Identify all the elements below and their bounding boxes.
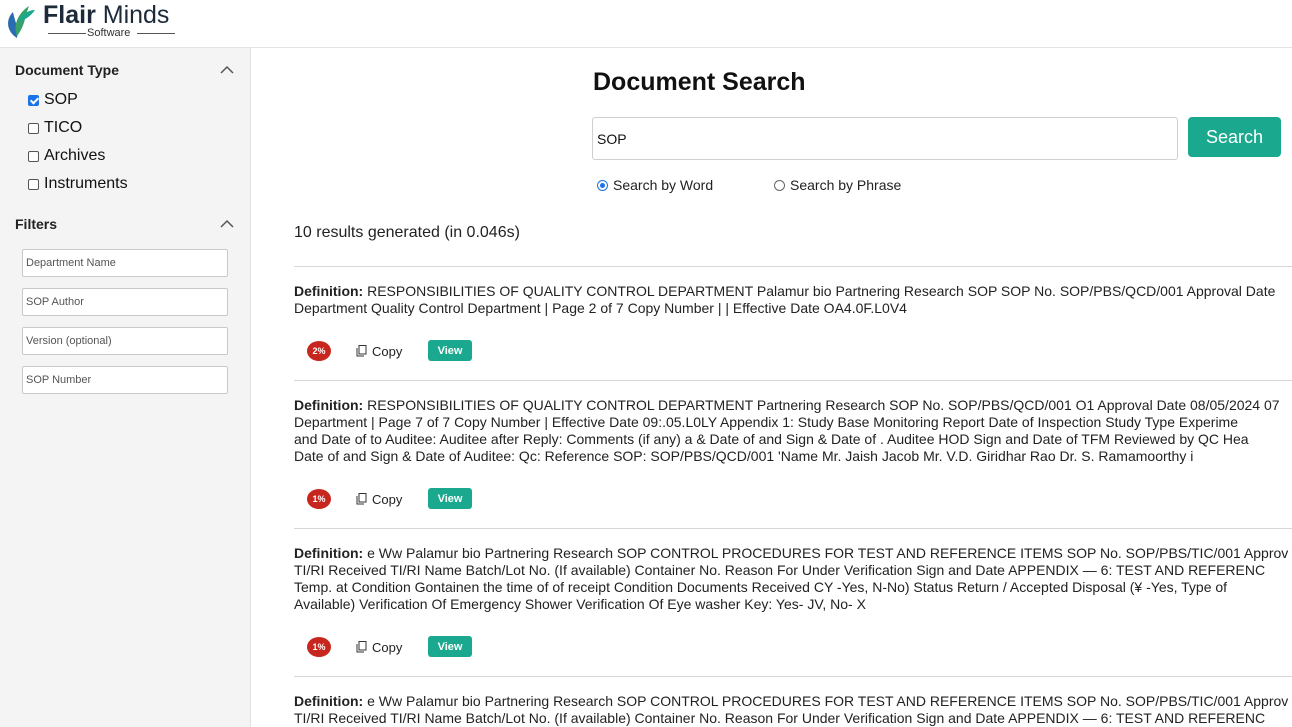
flair-minds-logo-icon: [8, 6, 35, 38]
view-button[interactable]: View: [428, 636, 472, 657]
version-input[interactable]: [22, 327, 228, 355]
result-definition: Definition: e Ww Palamur bio Partnering …: [294, 545, 1289, 612]
copy-icon: [356, 493, 367, 505]
doc-type-label: SOP: [44, 91, 78, 108]
divider: [294, 266, 1292, 267]
brand-subtitle: Software: [48, 26, 176, 40]
doc-type-label: TICO: [44, 119, 83, 136]
divider: [294, 676, 1292, 677]
header: Flair Minds Software: [0, 0, 1292, 48]
doc-type-instruments[interactable]: Instruments: [28, 174, 128, 194]
copy-button[interactable]: Copy: [356, 491, 402, 507]
doc-type-label: Instruments: [44, 175, 128, 192]
radio-label: Search by Word: [613, 177, 714, 193]
chevron-up-icon[interactable]: [220, 65, 234, 75]
search-by-phrase-radio[interactable]: [774, 179, 785, 191]
chevron-up-icon[interactable]: [220, 219, 234, 229]
copy-button[interactable]: Copy: [356, 343, 402, 359]
sidebar: Document Type SOP TICO Archives Instrume…: [0, 48, 251, 727]
relevance-badge: 1%: [307, 637, 331, 657]
sop-checkbox[interactable]: [28, 94, 39, 106]
search-by-word-option[interactable]: Search by Word: [597, 176, 713, 194]
filters-title: Filters: [15, 216, 58, 232]
department-name-input[interactable]: [22, 249, 228, 277]
view-button[interactable]: View: [428, 488, 472, 509]
relevance-badge: 2%: [307, 341, 331, 361]
relevance-badge: 1%: [307, 489, 331, 509]
doc-type-sop[interactable]: SOP: [28, 90, 78, 110]
archives-checkbox[interactable]: [28, 150, 39, 162]
result-definition: Definition: e Ww Palamur bio Partnering …: [294, 693, 1289, 726]
search-by-word-radio[interactable]: [597, 179, 608, 191]
page-title: Document Search: [593, 68, 806, 96]
results-summary: 10 results generated (in 0.046s): [294, 224, 520, 241]
divider: [294, 380, 1292, 381]
document-type-title: Document Type: [15, 62, 119, 78]
search-input[interactable]: [592, 117, 1178, 160]
copy-icon: [356, 345, 367, 357]
search-button[interactable]: Search: [1188, 117, 1281, 157]
copy-button[interactable]: Copy: [356, 639, 402, 655]
doc-type-label: Archives: [44, 147, 106, 164]
brand-name: Flair Minds: [43, 1, 170, 29]
search-by-phrase-option[interactable]: Search by Phrase: [774, 176, 901, 194]
sop-number-input[interactable]: [22, 366, 228, 394]
sop-author-input[interactable]: [22, 288, 228, 316]
doc-type-tico[interactable]: TICO: [28, 118, 82, 138]
doc-type-archives[interactable]: Archives: [28, 146, 105, 166]
radio-label: Search by Phrase: [790, 177, 902, 193]
divider: [294, 528, 1292, 529]
result-definition: Definition: RESPONSIBILITIES OF QUALITY …: [294, 283, 1276, 316]
instruments-checkbox[interactable]: [28, 178, 39, 190]
tico-checkbox[interactable]: [28, 122, 39, 134]
copy-icon: [356, 641, 367, 653]
result-definition: Definition: RESPONSIBILITIES OF QUALITY …: [294, 397, 1280, 464]
view-button[interactable]: View: [428, 340, 472, 361]
